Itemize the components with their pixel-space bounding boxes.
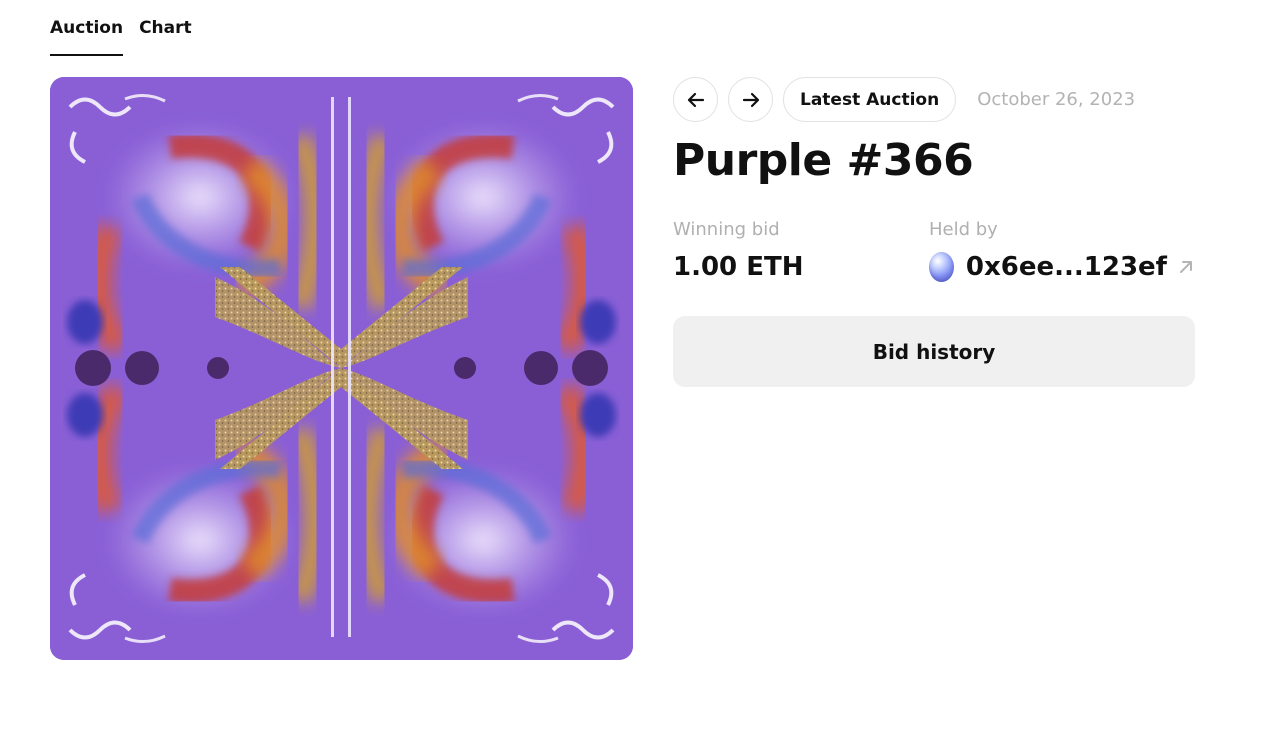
page-title: Purple #366 (673, 135, 974, 186)
held-by: Held by 0x6ee...123ef (929, 219, 1195, 282)
tab-bar: Auction Chart (50, 18, 192, 56)
auction-date: October 26, 2023 (977, 89, 1136, 110)
avatar (929, 252, 954, 282)
holder: 0x6ee...123ef (929, 252, 1195, 282)
winning-bid-value: 1.00 ETH (673, 252, 804, 282)
nft-artwork (50, 77, 633, 660)
kaleidoscope-artwork (50, 77, 633, 660)
arrow-right-icon (742, 92, 759, 107)
latest-auction-button[interactable]: Latest Auction (783, 77, 957, 122)
winning-bid: Winning bid 1.00 ETH (673, 219, 929, 282)
winning-bid-label: Winning bid (673, 219, 780, 240)
arrow-left-icon (687, 92, 704, 107)
auction-nav: Latest Auction October 26, 2023 (673, 77, 1195, 122)
bid-history-button[interactable]: Bid history (673, 316, 1195, 387)
holder-address[interactable]: 0x6ee...123ef (966, 252, 1167, 282)
tab-auction[interactable]: Auction (50, 18, 124, 56)
external-link-icon[interactable] (1177, 258, 1195, 276)
auction-panel: Latest Auction October 26, 2023 Purple #… (673, 77, 1195, 387)
tab-chart[interactable]: Chart (139, 18, 192, 56)
auction-stats: Winning bid 1.00 ETH Held by 0x6ee...123… (673, 219, 1195, 282)
previous-auction-button[interactable] (673, 77, 718, 122)
held-by-label: Held by (929, 219, 998, 240)
next-auction-button[interactable] (728, 77, 773, 122)
